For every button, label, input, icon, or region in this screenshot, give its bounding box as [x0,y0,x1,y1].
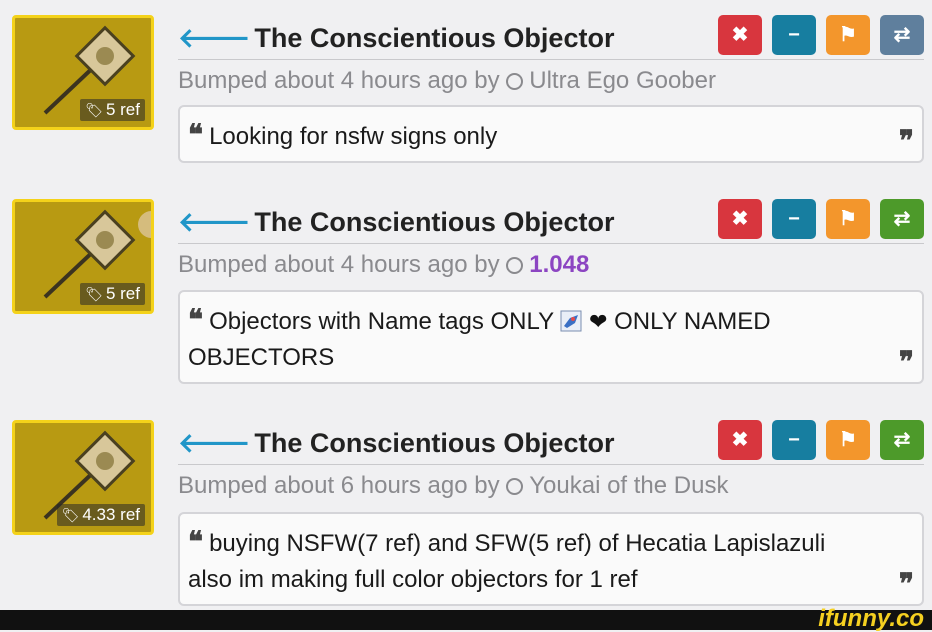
rocket-emoji-icon [560,310,582,332]
bump-info: Bumped about 4 hours ago by 1.048 [178,251,589,279]
username-link[interactable]: Ultra Ego Goober [529,67,716,94]
open-quote-icon: ❝ [188,525,204,558]
watermark-bar [0,610,932,630]
close-button[interactable]: ✖ [718,420,762,460]
message-box: ❝ Looking for nsfw signs only ❞ [178,105,924,163]
flag-button[interactable]: ⚑ [826,420,870,460]
listing-title[interactable]: 🡐 The Conscientious Objector [178,205,614,238]
tag-icon: 🏷 [85,102,103,118]
listing-title[interactable]: 🡐 The Conscientious Objector [178,21,614,54]
close-quote-icon: ❞ [898,345,914,378]
action-buttons: ✖ − ⚑ ⇄ [708,15,924,55]
item-thumbnail[interactable]: 🏷 5 ref [12,15,154,130]
item-thumbnail[interactable]: 🏷 4.33 ref [12,420,154,535]
message-box: ❝ buying NSFW(7 ref) and SFW(5 ref) of He… [178,512,924,606]
hide-button[interactable]: − [772,199,816,239]
watermark-logo: ifunny.co [818,605,924,632]
bump-text: Bumped about 4 hours ago by [178,251,500,278]
circle-icon [506,478,524,495]
heart-icon: ❤ [589,309,608,334]
hide-button[interactable]: − [772,420,816,460]
item-thumbnail[interactable]: 🏷 5 ref [12,199,154,314]
flag-button[interactable]: ⚑ [826,15,870,55]
message-box: ❝ Objectors with Name tags ONLY ❤ ONLY NA… [178,290,924,384]
message-text-part1: Objectors with Name tags ONLY [209,308,554,335]
close-quote-icon: ❞ [898,567,914,600]
title-row: 🡐 The Conscientious Objector ✖ − ⚑ ⇄ [178,199,924,244]
ref-badge: 🏷 5 ref [80,99,145,121]
bump-text: Bumped about 4 hours ago by [178,67,500,94]
action-buttons: ✖ − ⚑ ⇄ [708,199,924,239]
title-row: 🡐 The Conscientious Objector ✖ − ⚑ ⇄ [178,15,924,60]
ref-badge: 🏷 5 ref [80,283,145,305]
close-button[interactable]: ✖ [718,15,762,55]
close-quote-icon: ❞ [898,124,914,157]
username-link[interactable]: 1.048 [529,251,589,278]
flag-button[interactable]: ⚑ [826,199,870,239]
message-line1: buying NSFW(7 ref) and SFW(5 ref) of Hec… [209,530,826,557]
bump-text: Bumped about 6 hours ago by [178,472,500,499]
open-quote-icon: ❝ [188,303,204,336]
bump-info: Bumped about 4 hours ago by Ultra Ego Go… [178,67,716,95]
back-arrow-icon: 🡐 [178,207,251,237]
message-line2: also im making full color objectors for … [188,566,638,593]
open-quote-icon: ❝ [188,118,204,151]
action-buttons: ✖ − ⚑ ⇄ [708,420,924,460]
bump-info: Bumped about 6 hours ago by Youkai of th… [178,472,728,500]
trade-button[interactable]: ⇄ [880,420,924,460]
tag-icon: 🏷 [85,286,103,302]
back-arrow-icon: 🡐 [178,23,251,53]
tag-icon: 🏷 [61,507,80,523]
back-arrow-icon: 🡐 [178,428,251,458]
circle-icon [506,73,524,90]
title-row: 🡐 The Conscientious Objector ✖ − ⚑ ⇄ [178,420,924,465]
trade-button[interactable]: ⇄ [880,15,924,55]
trade-button[interactable]: ⇄ [880,199,924,239]
message-text: Looking for nsfw signs only [209,123,498,150]
close-button[interactable]: ✖ [718,199,762,239]
listing-title[interactable]: 🡐 The Conscientious Objector [178,426,614,459]
circle-icon [506,257,524,274]
username-link[interactable]: Youkai of the Dusk [529,472,728,499]
ref-badge: 🏷 4.33 ref [56,504,145,526]
hide-button[interactable]: − [772,15,816,55]
